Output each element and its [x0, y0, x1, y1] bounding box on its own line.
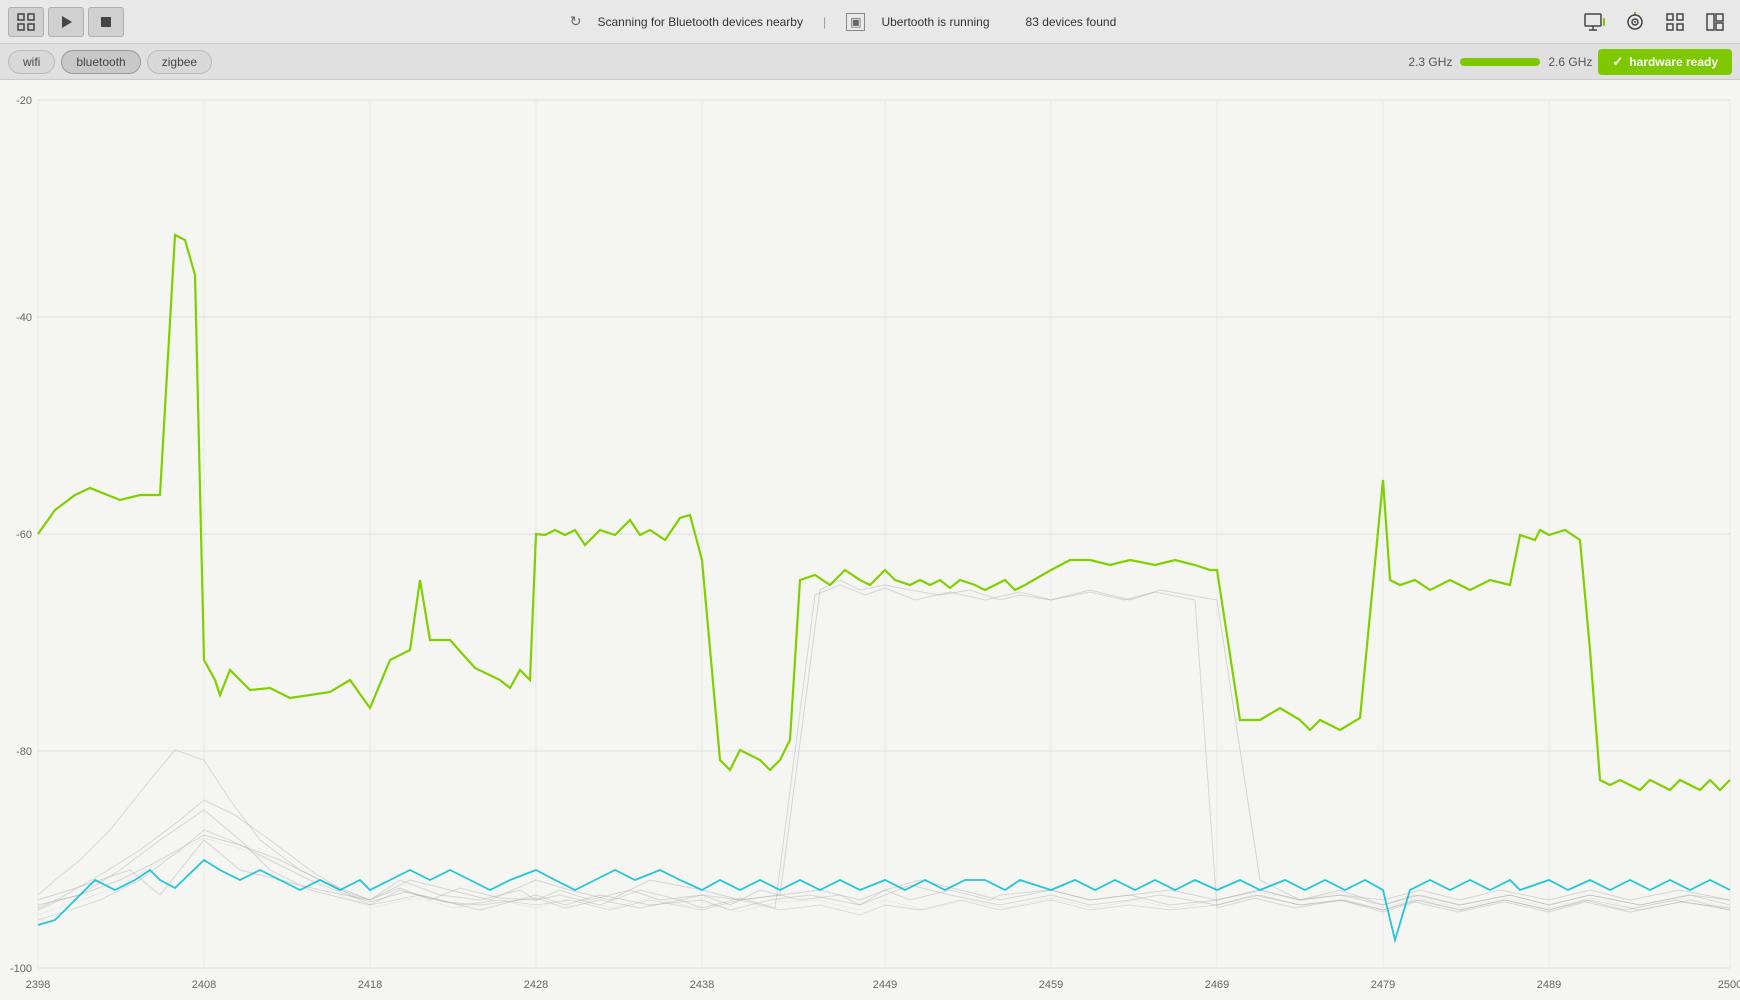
- ubertooth-icon: ▣: [846, 13, 865, 31]
- checkmark-icon: ✓: [1612, 54, 1623, 70]
- hardware-ready-badge: ✓ hardware ready: [1598, 49, 1732, 75]
- svg-text:2398: 2398: [26, 979, 50, 991]
- refresh-icon: ↻: [570, 13, 582, 30]
- svg-text:2469: 2469: [1205, 979, 1229, 991]
- stop-button[interactable]: [88, 7, 124, 37]
- svg-text:-20: -20: [16, 95, 32, 107]
- svg-text:2479: 2479: [1371, 979, 1395, 991]
- freq-low-label: 2.3 GHz: [1408, 55, 1452, 69]
- monitor-button[interactable]: [1578, 7, 1612, 37]
- freq-bar: [1460, 58, 1540, 66]
- grid2-button[interactable]: [1658, 7, 1692, 37]
- ubertooth-text: Ubertooth is running: [881, 15, 989, 29]
- svg-text:2438: 2438: [690, 979, 714, 991]
- tab-bluetooth[interactable]: bluetooth: [61, 50, 140, 74]
- toolbar: ↻ Scanning for Bluetooth devices nearby …: [0, 0, 1740, 44]
- svg-text:-60: -60: [16, 529, 32, 541]
- tabs-bar: wifi bluetooth zigbee 2.3 GHz 2.6 GHz ✓ …: [0, 44, 1740, 80]
- svg-text:2408: 2408: [192, 979, 216, 991]
- split-button[interactable]: [1698, 7, 1732, 37]
- status-divider: |: [823, 15, 826, 29]
- svg-text:-40: -40: [16, 312, 32, 324]
- spectrum-chart[interactable]: -20 -40 -60 -80 -100 2398 2408 2418 2428…: [0, 80, 1740, 1000]
- svg-text:2418: 2418: [358, 979, 382, 991]
- svg-text:2428: 2428: [524, 979, 548, 991]
- hardware-ready-text: hardware ready: [1629, 55, 1718, 69]
- toolbar-right: [1578, 7, 1732, 37]
- tab-zigbee[interactable]: zigbee: [147, 50, 212, 74]
- svg-text:2500: 2500: [1718, 979, 1740, 991]
- freq-range: 2.3 GHz 2.6 GHz: [1408, 55, 1592, 69]
- scanning-text: Scanning for Bluetooth devices nearby: [598, 15, 803, 29]
- svg-text:2489: 2489: [1537, 979, 1561, 991]
- chart-container: -20 -40 -60 -80 -100 2398 2408 2418 2428…: [0, 80, 1740, 1000]
- play-button[interactable]: [48, 7, 84, 37]
- svg-text:-100: -100: [10, 963, 32, 975]
- tab-wifi[interactable]: wifi: [8, 50, 55, 74]
- svg-text:2459: 2459: [1039, 979, 1063, 991]
- grid-button[interactable]: [8, 7, 44, 37]
- status-section: ↻ Scanning for Bluetooth devices nearby …: [570, 13, 1116, 31]
- svg-text:-80: -80: [16, 746, 32, 758]
- devices-found: 83 devices found: [1026, 15, 1117, 29]
- freq-high-label: 2.6 GHz: [1548, 55, 1592, 69]
- antenna-button[interactable]: [1618, 7, 1652, 37]
- svg-text:2449: 2449: [873, 979, 897, 991]
